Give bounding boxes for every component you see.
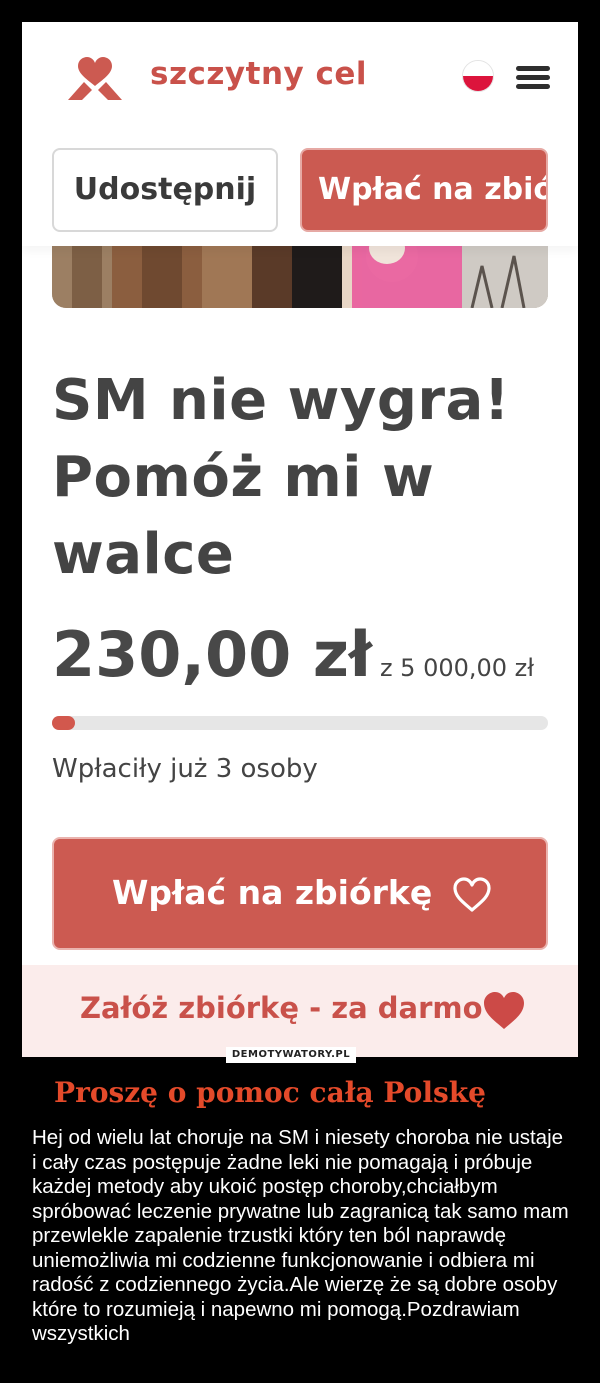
heart-outline-icon xyxy=(453,877,491,912)
donate-button-label: Wpłać na zbiórkę xyxy=(112,873,433,912)
screenshot-frame: szczytny cel Udostępnij Wpłać na zbiórkę… xyxy=(22,22,578,1057)
caption-text: Hej od wielu lat choruje na SM i niesety… xyxy=(32,1126,569,1345)
caption-title: Proszę o pomoc całą Polskę xyxy=(54,1076,486,1109)
donate-button[interactable]: Wpłać na zbiórkę xyxy=(52,837,548,950)
brand-name[interactable]: szczytny cel xyxy=(150,56,367,92)
progress-bar xyxy=(52,716,548,730)
sticky-action-bar: Udostępnij Wpłać na zbiórkę xyxy=(22,134,578,246)
create-fundraiser-banner[interactable]: Załóż zbiórkę - za darmo xyxy=(22,965,578,1057)
progress-fill xyxy=(52,716,75,730)
amount-raised-row: 230,00 zł z 5 000,00 zł xyxy=(52,618,534,691)
create-fundraiser-label: Załóż zbiórkę - za darmo xyxy=(80,991,483,1025)
campaign-title: SM nie wygra! Pomóż mi w walce xyxy=(52,368,510,587)
hamburger-menu-icon[interactable] xyxy=(516,66,550,89)
heart-icon xyxy=(484,992,524,1029)
amount-raised: 230,00 zł xyxy=(52,618,372,691)
watermark: DEMOTYWATORY.PL xyxy=(226,1047,356,1063)
share-button[interactable]: Udostępnij xyxy=(52,148,278,232)
heart-logo-icon[interactable] xyxy=(66,56,124,102)
donor-count: Wpłaciły już 3 osoby xyxy=(52,754,318,784)
poland-flag-icon[interactable] xyxy=(462,60,494,92)
goal-amount: z 5 000,00 zł xyxy=(379,654,535,682)
site-header: szczytny cel xyxy=(22,22,578,134)
donate-button-top[interactable]: Wpłać na zbiórkę xyxy=(300,148,548,232)
